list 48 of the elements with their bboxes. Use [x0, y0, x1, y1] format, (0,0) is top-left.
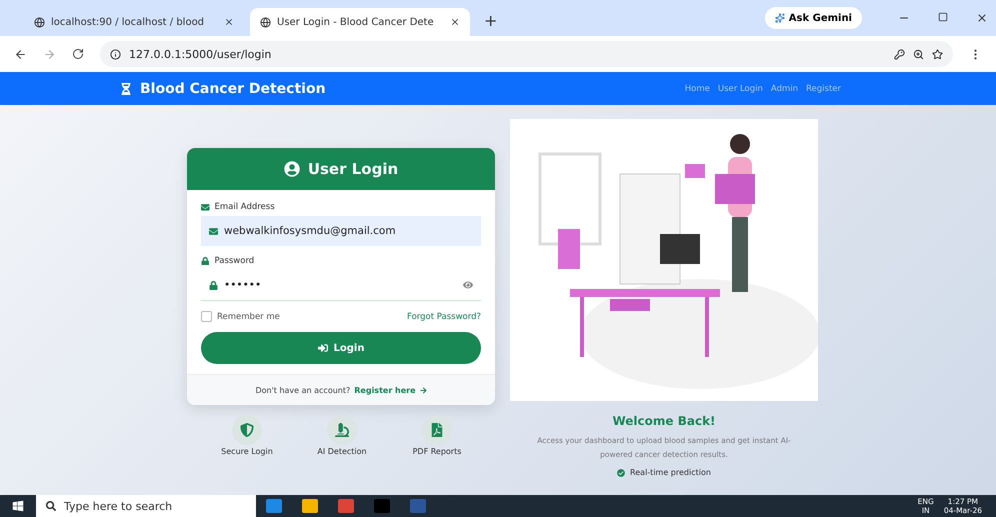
maximize-icon[interactable] [938, 12, 948, 22]
lock-icon [209, 280, 218, 290]
shield-glyph-icon [240, 423, 254, 437]
field-label: Email Address [201, 202, 481, 212]
brand-logo[interactable]: Blood Cancer Detection [120, 80, 326, 96]
feature-item: Real-time prediction [617, 468, 711, 477]
sign-in-icon [318, 343, 328, 353]
close-icon[interactable] [224, 17, 234, 27]
info-icon[interactable] [110, 48, 121, 60]
address-field[interactable]: 127.0.0.1:5000/user/login [100, 41, 953, 67]
star-icon[interactable] [932, 48, 943, 60]
globe-icon [34, 16, 45, 28]
microscope-glyph-icon [335, 423, 349, 437]
taskbar-search-field[interactable]: Type here to search [36, 495, 256, 517]
reload-icon[interactable] [72, 48, 84, 60]
feature-label: AI Detection [317, 447, 367, 456]
hourglass-icon [120, 82, 132, 94]
feature-label: Secure Login [221, 447, 273, 456]
envelope-icon [201, 202, 210, 212]
key-icon[interactable] [894, 48, 905, 60]
browser-tab[interactable]: localhost:90 / localhost / blood [24, 8, 244, 36]
pdf-glyph-icon [430, 423, 444, 437]
lock-icon [201, 256, 210, 266]
login-button[interactable]: Login [201, 332, 481, 364]
envelope-icon [209, 226, 218, 236]
field-label: Password [201, 256, 481, 266]
footer-text: Don't have an account? [255, 386, 350, 394]
email-field[interactable]: webwalkinfosysmdu@gmail.com [201, 216, 481, 246]
browser-tab[interactable]: User Login - Blood Cancer Dete [250, 8, 470, 36]
close-icon[interactable] [450, 17, 460, 27]
remember-checkbox[interactable]: Remember me [201, 311, 280, 322]
sparkle-icon [774, 13, 785, 23]
ask-button[interactable]: Ask Gemini [764, 7, 862, 29]
search-icon [46, 501, 56, 511]
user-icon [284, 161, 300, 177]
card-title: User Login [308, 160, 398, 178]
eye-icon[interactable] [463, 280, 473, 290]
back-icon[interactable] [14, 48, 27, 60]
globe-icon [260, 16, 271, 28]
register-link[interactable]: Register here [354, 386, 427, 394]
zoom-icon[interactable] [913, 48, 924, 60]
start-icon[interactable] [12, 500, 24, 512]
welcome-title: Welcome Back! [611, 414, 717, 428]
arrow-right-icon [420, 386, 427, 394]
forgot-password-link[interactable]: Forgot Password? [407, 312, 481, 322]
close-icon[interactable] [976, 12, 988, 24]
feature-label: PDF Reports [412, 447, 462, 456]
new-tab-button[interactable]: + [476, 11, 506, 36]
